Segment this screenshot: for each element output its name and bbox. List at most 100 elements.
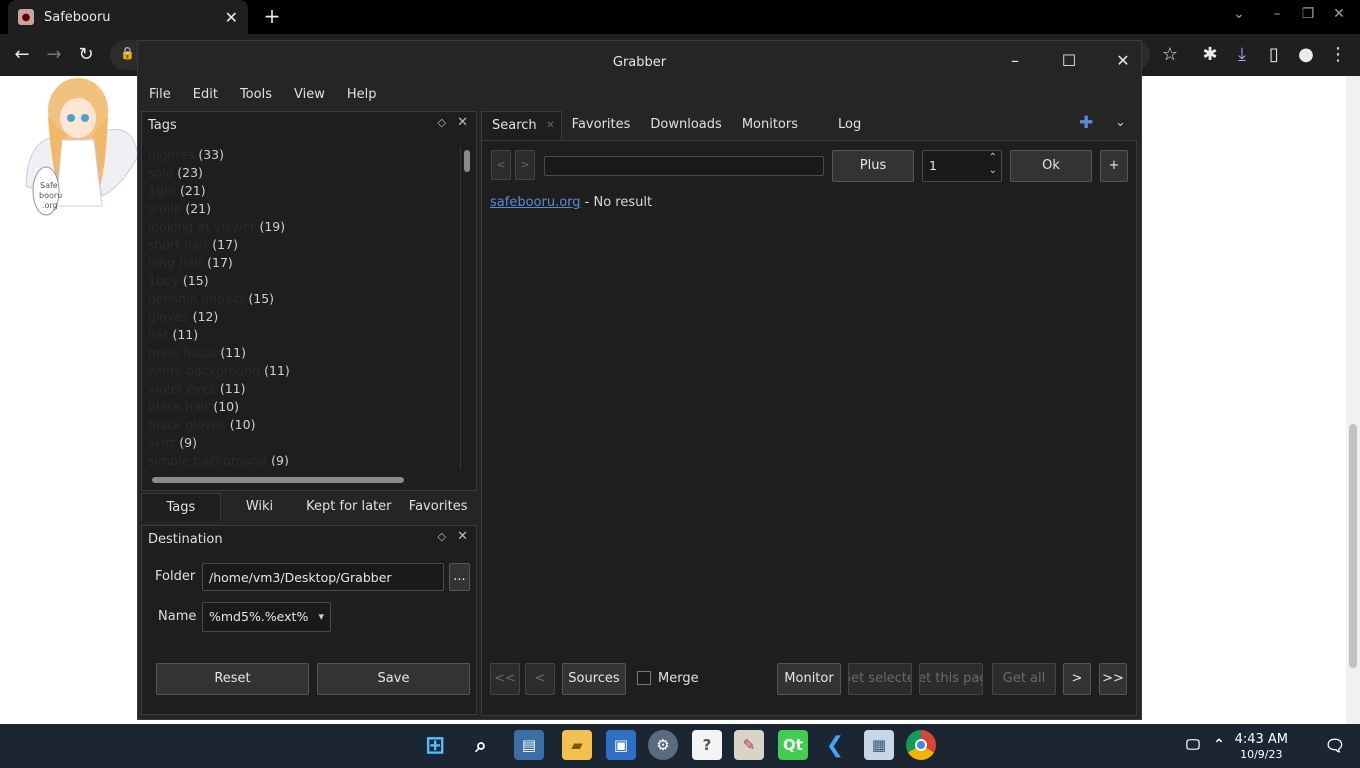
system-clock[interactable]: 4:43 AM 10/9/23 bbox=[1235, 732, 1288, 762]
side-panel-icon[interactable]: ▯ bbox=[1261, 42, 1287, 68]
forward-icon[interactable]: → bbox=[41, 42, 67, 68]
minimize-icon[interactable]: – bbox=[1000, 51, 1030, 70]
tag-item[interactable]: hat (11) bbox=[148, 326, 456, 344]
search-icon[interactable]: ⌕ bbox=[466, 730, 496, 760]
tag-item[interactable]: male focus (11) bbox=[148, 344, 456, 362]
tag-item[interactable]: highres (33) bbox=[148, 146, 456, 164]
tab-log[interactable]: Log bbox=[828, 111, 871, 141]
tab-search[interactable]: Search ✕ bbox=[481, 111, 562, 141]
merge-checkbox[interactable] bbox=[637, 671, 651, 685]
tab-close-icon[interactable]: ✕ bbox=[225, 8, 238, 27]
maximize-icon[interactable]: ❐ bbox=[1293, 6, 1323, 22]
tab-downloads[interactable]: Downloads bbox=[640, 111, 731, 141]
menu-help[interactable]: Help bbox=[336, 83, 388, 107]
tag-item[interactable]: smile (21) bbox=[148, 200, 456, 218]
tag-item[interactable]: genshin impact (15) bbox=[148, 290, 456, 308]
tab-wiki[interactable]: Wiki bbox=[221, 493, 299, 521]
tag-item[interactable]: short hair (17) bbox=[148, 236, 456, 254]
tags-vertical-scrollbar[interactable] bbox=[460, 146, 472, 470]
history-forward-button[interactable]: > bbox=[515, 150, 535, 180]
next-page-button[interactable]: > bbox=[1063, 663, 1091, 695]
tag-item[interactable]: skirt (9) bbox=[148, 434, 456, 452]
tags-horizontal-scrollbar[interactable] bbox=[148, 474, 460, 486]
browser-tab[interactable]: ● Safebooru ✕ bbox=[8, 0, 248, 34]
qt-creator-icon[interactable]: Qt bbox=[778, 730, 808, 760]
back-icon[interactable]: ← bbox=[9, 42, 35, 68]
menu-file[interactable]: File bbox=[138, 83, 182, 107]
file-explorer-icon[interactable]: ▰ bbox=[562, 730, 592, 760]
start-icon[interactable]: ⊞ bbox=[420, 730, 450, 760]
plus-button[interactable]: Plus bbox=[832, 150, 914, 182]
tab-kept-for-later[interactable]: Kept for later bbox=[298, 493, 399, 521]
save-button[interactable]: Save bbox=[317, 663, 470, 695]
help-icon[interactable]: ? bbox=[692, 730, 722, 760]
tag-item[interactable]: violet eyes (11) bbox=[148, 380, 456, 398]
extensions-icon[interactable]: ✱ bbox=[1197, 42, 1223, 68]
tag-item[interactable]: gloves (12) bbox=[148, 308, 456, 326]
tab-favorites[interactable]: Favorites bbox=[562, 111, 641, 141]
monitor-button[interactable]: Monitor bbox=[777, 663, 841, 695]
download-icon[interactable]: ⤓ bbox=[1229, 42, 1255, 68]
profile-icon[interactable]: ● bbox=[1293, 42, 1319, 68]
float-icon[interactable]: ◇ bbox=[438, 530, 446, 543]
first-page-button[interactable]: << bbox=[490, 663, 520, 695]
history-back-button[interactable]: < bbox=[491, 150, 511, 180]
ok-button[interactable]: Ok bbox=[1010, 150, 1092, 182]
tag-item[interactable]: black gloves (10) bbox=[148, 416, 456, 434]
folder-input[interactable] bbox=[202, 563, 444, 591]
minimize-icon[interactable]: – bbox=[1262, 6, 1292, 22]
paint-icon[interactable]: ✎ bbox=[734, 730, 764, 760]
spin-down-icon[interactable]: ⌄ bbox=[989, 156, 997, 186]
close-tab-icon[interactable]: ✕ bbox=[546, 112, 554, 140]
last-page-button[interactable]: >> bbox=[1099, 663, 1127, 695]
close-icon[interactable]: ✕ bbox=[457, 529, 468, 544]
sources-button[interactable]: Sources bbox=[562, 663, 626, 695]
search-input[interactable] bbox=[544, 156, 824, 176]
page-scrollbar[interactable] bbox=[1346, 76, 1360, 724]
tag-item[interactable]: solo (23) bbox=[148, 164, 456, 182]
add-search-button[interactable]: + bbox=[1100, 150, 1128, 182]
tag-item[interactable]: simple background (9) bbox=[148, 452, 456, 466]
tab-search-icon[interactable]: ⌄ bbox=[1224, 6, 1254, 22]
tag-item[interactable]: long hair (17) bbox=[148, 254, 456, 272]
bookmark-star-icon[interactable]: ☆ bbox=[1157, 42, 1183, 68]
close-window-icon[interactable]: ✕ bbox=[1324, 6, 1354, 22]
previous-page-button[interactable]: < bbox=[525, 663, 555, 695]
store-icon[interactable]: ▣ bbox=[606, 730, 636, 760]
tab-monitors[interactable]: Monitors bbox=[732, 111, 808, 141]
task-view-icon[interactable]: ▤ bbox=[514, 730, 544, 760]
settings-gear-icon[interactable]: ⚙ bbox=[648, 730, 678, 760]
chevron-up-icon[interactable]: ⌃ bbox=[1204, 730, 1234, 760]
page-spinbox[interactable]: 1 ⌃ ⌄ bbox=[922, 150, 1002, 182]
close-icon[interactable]: ✕ bbox=[1108, 51, 1138, 70]
float-icon[interactable]: ◇ bbox=[438, 116, 446, 129]
close-icon[interactable]: ✕ bbox=[457, 115, 468, 130]
menu-tools[interactable]: Tools bbox=[229, 83, 283, 107]
chevron-down-icon[interactable]: ⌄ bbox=[1115, 115, 1126, 130]
menu-edit[interactable]: Edit bbox=[182, 83, 229, 107]
scrollbar-thumb[interactable] bbox=[464, 150, 470, 172]
reload-icon[interactable]: ↻ bbox=[73, 42, 99, 68]
grabber-app-icon[interactable]: ▦ bbox=[864, 730, 894, 760]
tag-item[interactable]: looking at viewer (19) bbox=[148, 218, 456, 236]
chrome-icon[interactable] bbox=[906, 730, 936, 760]
tab-favorites[interactable]: Favorites bbox=[399, 493, 477, 521]
tag-item[interactable]: white background (11) bbox=[148, 362, 456, 380]
page-scrollbar-thumb[interactable] bbox=[1349, 424, 1357, 668]
tag-item[interactable]: 1boy (15) bbox=[148, 272, 456, 290]
vscode-icon[interactable]: ❮ bbox=[820, 730, 850, 760]
scrollbar-thumb[interactable] bbox=[152, 477, 404, 483]
menu-view[interactable]: View bbox=[283, 83, 336, 107]
reset-button[interactable]: Reset bbox=[156, 663, 309, 695]
get-selected-button[interactable]: Get selected bbox=[848, 663, 912, 695]
maximize-icon[interactable]: ☐ bbox=[1054, 51, 1084, 70]
tab-tags[interactable]: Tags bbox=[141, 493, 221, 521]
new-tab-button[interactable]: + bbox=[260, 4, 284, 30]
get-all-button[interactable]: Get all bbox=[992, 663, 1056, 695]
tag-item[interactable]: 1girl (21) bbox=[148, 182, 456, 200]
tag-item[interactable]: black hair (10) bbox=[148, 398, 456, 416]
filename-format-select[interactable]: %md5%.%ext% ▾ bbox=[202, 602, 331, 632]
browse-folder-button[interactable]: ... bbox=[449, 563, 470, 591]
notification-icon[interactable]: 🗨 bbox=[1320, 730, 1350, 760]
source-link[interactable]: safebooru.org bbox=[490, 195, 581, 210]
